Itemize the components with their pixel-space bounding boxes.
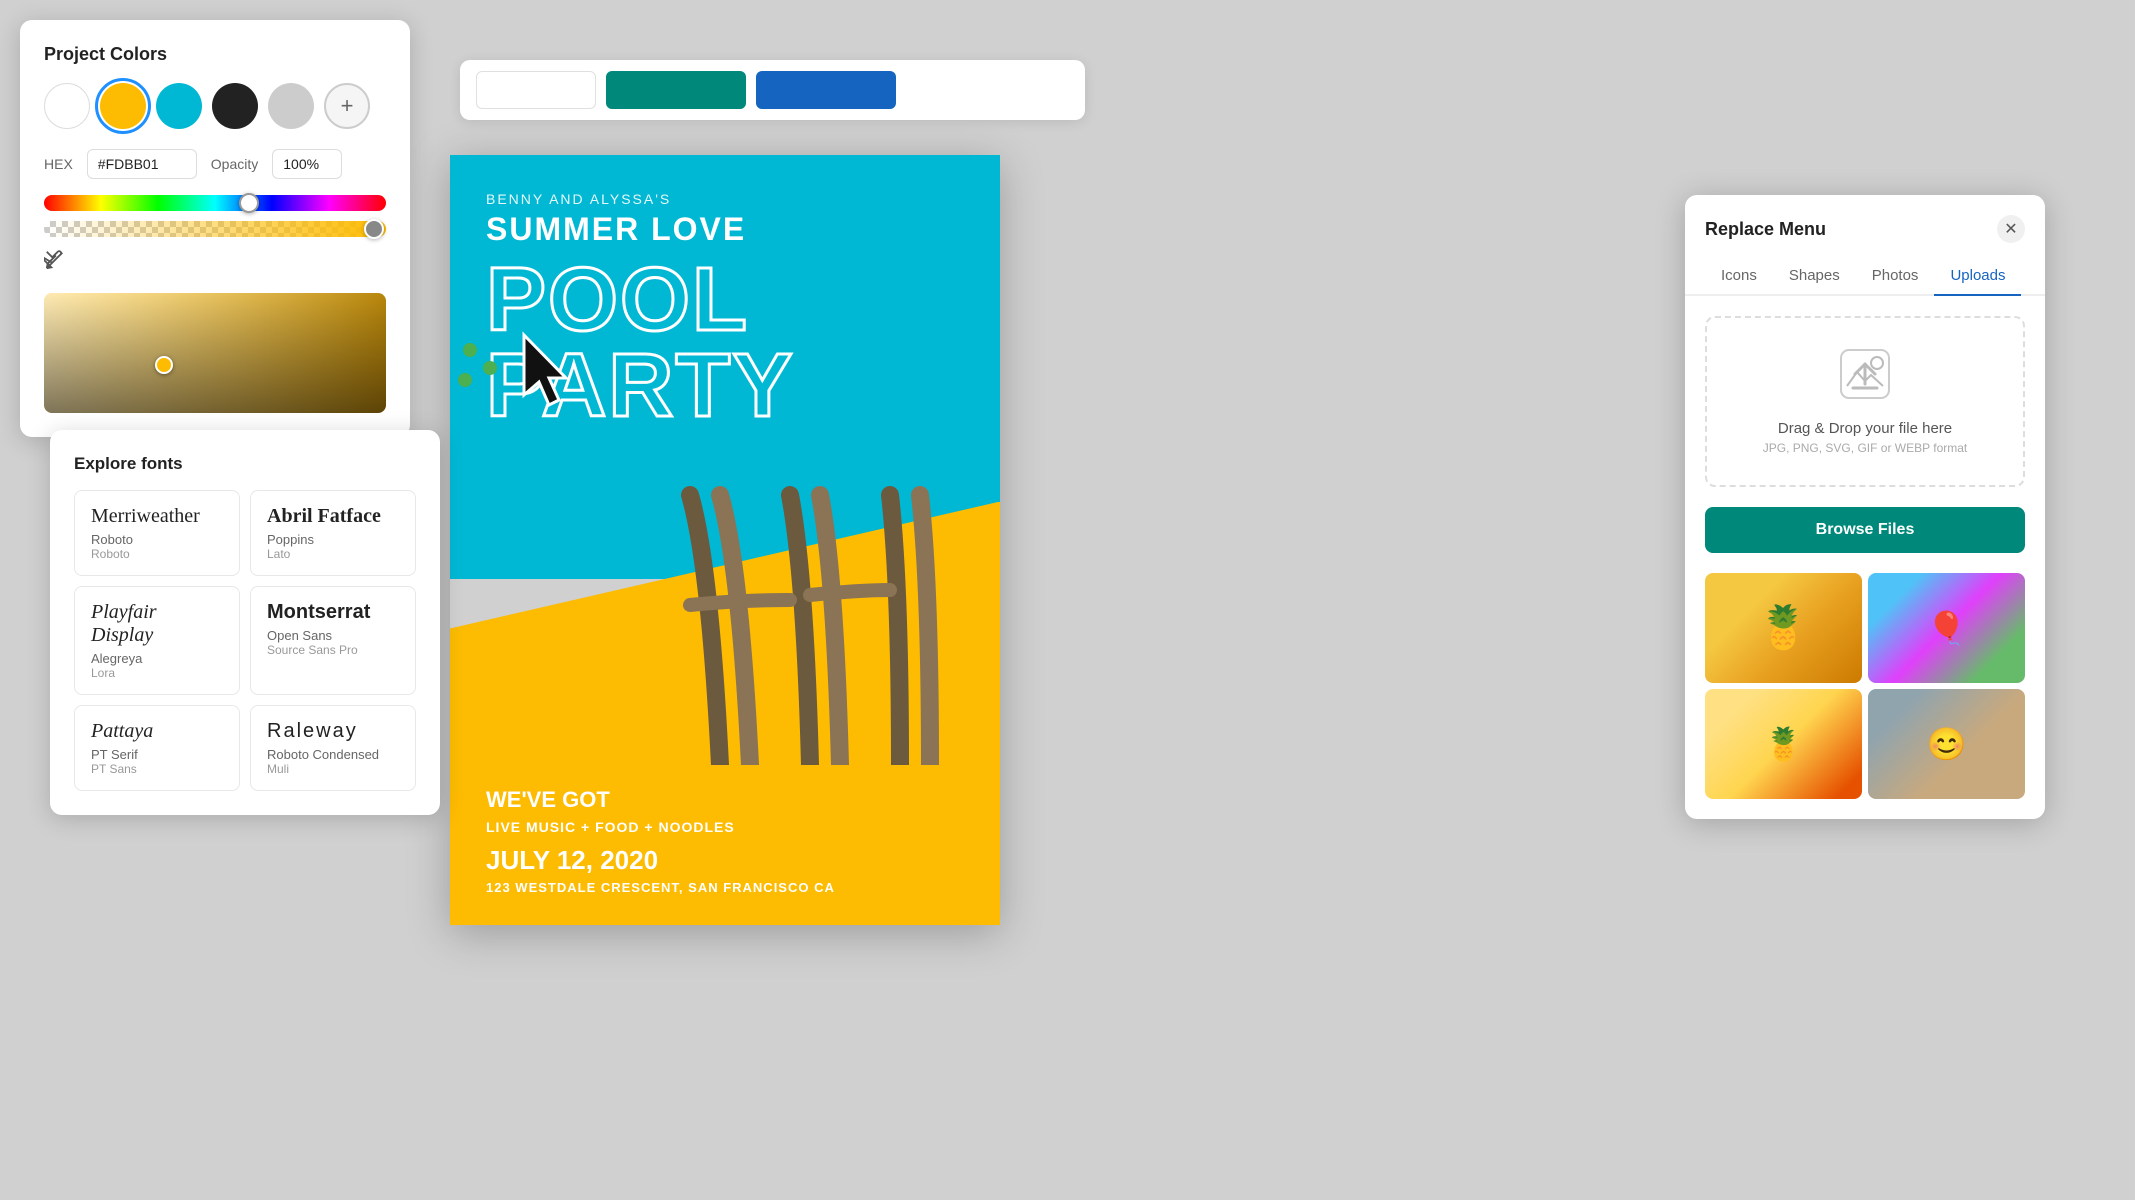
gradient-thumb[interactable] (155, 356, 173, 374)
font-card-pattaya[interactable]: Pattaya PT Serif PT Sans (74, 705, 240, 791)
tab-icons[interactable]: Icons (1705, 257, 1773, 296)
replace-menu-tabs: Icons Shapes Photos Uploads (1685, 257, 2045, 296)
poster-title-summer: SUMMER LOVE (486, 211, 964, 248)
replace-menu-panel: Replace Menu ✕ Icons Shapes Photos Uploa… (1685, 195, 2045, 819)
hex-input[interactable] (87, 149, 197, 179)
tab-uploads[interactable]: Uploads (1934, 257, 2021, 296)
poster-amenities: LIVE MUSIC + FOOD + NOODLES (486, 819, 964, 835)
font-secondary-abril: Poppins (267, 532, 399, 547)
swatch-white[interactable] (44, 83, 90, 129)
font-secondary-playfair: Alegreya (91, 651, 223, 666)
pool-rails (660, 485, 1000, 765)
poster-date: JULY 12, 2020 (486, 845, 964, 876)
upload-drop-subtitle: JPG, PNG, SVG, GIF or WEBP format (1727, 441, 2003, 455)
color-swatches: + (44, 83, 386, 129)
font-explorer-panel: Explore fonts Merriweather Roboto Roboto… (50, 430, 440, 815)
color-panel-title: Project Colors (44, 44, 386, 65)
tab-photos[interactable]: Photos (1856, 257, 1935, 296)
upload-drop-zone[interactable]: Drag & Drop your file here JPG, PNG, SVG… (1705, 316, 2025, 487)
photo-thumb-1[interactable]: 🍍 (1705, 573, 1862, 683)
font-card-merriweather[interactable]: Merriweather Roboto Roboto (74, 490, 240, 576)
font-secondary-montserrat: Open Sans (267, 628, 399, 643)
alpha-slider[interactable] (44, 221, 386, 237)
hue-thumb[interactable] (239, 193, 259, 213)
photo-thumb-2[interactable]: 🎈 (1868, 573, 2025, 683)
font-name-merriweather: Merriweather (91, 505, 223, 528)
hex-row: HEX Opacity (44, 149, 386, 179)
balloons-icon: 🎈 (1868, 573, 2025, 683)
color-picker-panel: Project Colors + HEX Opacity (20, 20, 410, 437)
font-secondary-raleway: Roboto Condensed (267, 747, 399, 762)
replace-menu-title: Replace Menu (1705, 219, 1826, 240)
font-third-merriweather: Roboto (91, 547, 223, 561)
swatch-cyan[interactable] (156, 83, 202, 129)
swatch-gray[interactable] (268, 83, 314, 129)
opacity-input[interactable] (272, 149, 342, 179)
upload-drop-title: Drag & Drop your file here (1727, 420, 2003, 437)
poster-main-title: POOL PARTY (486, 258, 964, 429)
font-third-raleway: Muli (267, 762, 399, 776)
upload-icon (1727, 348, 2003, 410)
font-card-abril[interactable]: Abril Fatface Poppins Lato (250, 490, 416, 576)
poster-weve-got: WE'VE GOT (486, 787, 964, 813)
font-grid: Merriweather Roboto Roboto Abril Fatface… (74, 490, 416, 791)
toolbar-btn-3[interactable] (756, 71, 896, 109)
font-panel-title: Explore fonts (74, 454, 416, 474)
swatch-yellow[interactable] (100, 83, 146, 129)
pineapple-icon: 🍍 (1757, 604, 1809, 653)
replace-menu-header: Replace Menu ✕ (1685, 195, 2045, 243)
replace-menu-close-button[interactable]: ✕ (1997, 215, 2025, 243)
browse-files-button[interactable]: Browse Files (1705, 507, 2025, 553)
toolbar-btn-2[interactable] (606, 71, 746, 109)
pineapple2-icon: 🍍 (1705, 689, 1862, 799)
poster-bottom-text: WE'VE GOT LIVE MUSIC + FOOD + NOODLES JU… (486, 787, 964, 895)
font-card-playfair[interactable]: Playfair Display Alegreya Lora (74, 586, 240, 695)
photo-thumb-3[interactable]: 🍍 (1705, 689, 1862, 799)
font-third-playfair: Lora (91, 666, 223, 680)
font-name-raleway: Raleway (267, 720, 399, 743)
font-secondary-pattaya: PT Serif (91, 747, 223, 762)
swatch-black[interactable] (212, 83, 258, 129)
tab-shapes[interactable]: Shapes (1773, 257, 1856, 296)
font-secondary-merriweather: Roboto (91, 532, 223, 547)
font-name-montserrat: Montserrat (267, 601, 399, 624)
hex-label: HEX (44, 156, 73, 172)
font-third-pattaya: PT Sans (91, 762, 223, 776)
toolbar (460, 60, 1085, 120)
toolbar-btn-1[interactable] (476, 71, 596, 109)
opacity-label: Opacity (211, 156, 258, 172)
people-icon: 😊 (1868, 689, 2025, 799)
hue-slider-container (44, 195, 386, 237)
photo-thumb-4[interactable]: 😊 (1868, 689, 2025, 799)
poster: BENNY AND ALYSSA'S SUMMER LOVE POOL PART… (450, 155, 1000, 925)
add-color-button[interactable]: + (324, 83, 370, 129)
font-third-abril: Lato (267, 547, 399, 561)
font-name-abril: Abril Fatface (267, 505, 399, 528)
photo-grid: 🍍 🎈 🍍 😊 (1685, 573, 2045, 819)
eyedropper-tool[interactable] (44, 249, 66, 277)
color-gradient-picker[interactable] (44, 293, 386, 413)
poster-subtitle: BENNY AND ALYSSA'S (486, 191, 964, 207)
font-name-pattaya: Pattaya (91, 720, 223, 743)
font-card-raleway[interactable]: Raleway Roboto Condensed Muli (250, 705, 416, 791)
font-name-playfair: Playfair Display (91, 601, 223, 647)
alpha-thumb[interactable] (364, 219, 384, 239)
hue-slider[interactable] (44, 195, 386, 211)
font-third-montserrat: Source Sans Pro (267, 643, 399, 657)
font-card-montserrat[interactable]: Montserrat Open Sans Source Sans Pro (250, 586, 416, 695)
poster-address: 123 WESTDALE CRESCENT, SAN FRANCISCO CA (486, 880, 964, 895)
poster-container: BENNY AND ALYSSA'S SUMMER LOVE POOL PART… (450, 155, 1000, 925)
